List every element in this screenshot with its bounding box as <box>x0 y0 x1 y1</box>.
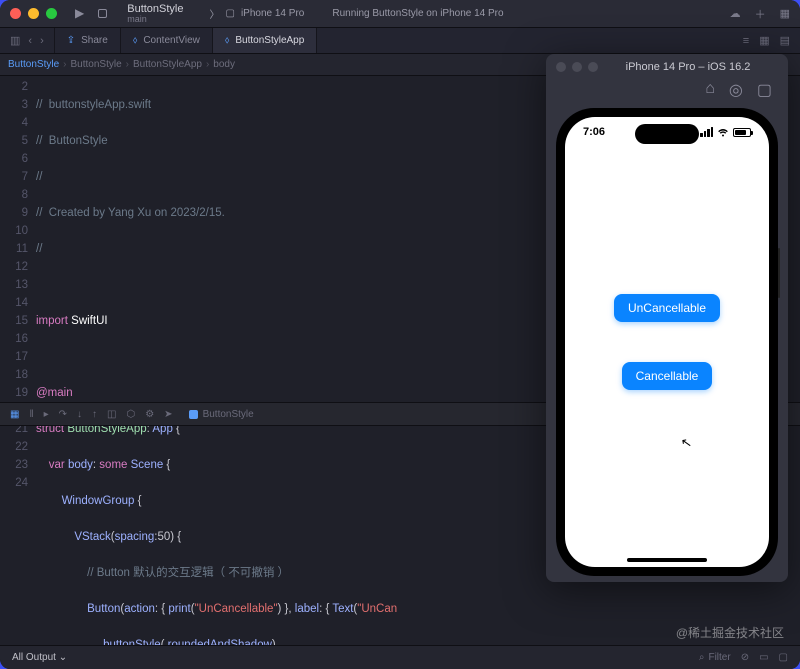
sim-close-button[interactable] <box>556 62 566 72</box>
swift-file-icon: ⬨ <box>225 35 230 46</box>
simulator-titlebar: iPhone 14 Pro – iOS 16.2 <box>546 54 788 80</box>
breadcrumb-project[interactable]: ButtonStyle <box>8 59 59 70</box>
tab-buttonstyleapp[interactable]: ⬨ ButtonStyleApp <box>213 28 317 53</box>
iphone-frame: 7:06 UnCancellable Cancellable <box>556 108 778 576</box>
console-filter[interactable]: ⌕ Filter <box>699 652 731 663</box>
breadcrumb-folder[interactable]: ButtonStyle <box>71 59 122 70</box>
step-in-button[interactable]: ↓ <box>77 409 82 420</box>
line-number-gutter: 23456789101112131415161718192021222324 <box>0 76 36 669</box>
simulator-title: iPhone 14 Pro – iOS 16.2 <box>598 61 778 73</box>
side-button[interactable] <box>778 248 780 298</box>
tab-contentview[interactable]: ⬨ ContentView <box>121 28 213 53</box>
console-footer: All Output ⌄ ⌕ Filter ⊘ ▭ ▢ <box>0 645 800 669</box>
tab-label: ButtonStyleApp <box>235 35 304 46</box>
tab-label: ContentView <box>143 35 200 46</box>
assistant-toggle-icon[interactable]: ≡ <box>743 35 749 47</box>
output-scope-selector[interactable]: All Output ⌄ <box>12 652 67 663</box>
chevron-right-icon: › <box>63 59 66 70</box>
sim-rotate-icon[interactable]: ▢ <box>757 80 772 102</box>
chevron-right-icon: 〉 <box>210 6 220 21</box>
toggle-debug-icon[interactable]: ▦ <box>10 409 19 420</box>
activity-status: Running ButtonStyle on iPhone 14 Pro <box>332 8 503 19</box>
sim-screenshot-icon[interactable]: ◎ <box>729 80 743 102</box>
tab-bar: ▥ ‹ › ⇪ Share ⬨ ContentView ⬨ ButtonStyl… <box>0 28 800 54</box>
titlebar: ▶ ButtonStyle main 〉 ▢ iPhone 14 Pro Run… <box>0 0 800 28</box>
home-indicator[interactable] <box>627 558 707 562</box>
sim-zoom-button[interactable] <box>588 62 598 72</box>
swift-file-icon: ⬨ <box>133 35 138 46</box>
filter-placeholder: Filter <box>708 652 730 663</box>
device-name: iPhone 14 Pro <box>241 8 304 19</box>
app-icon <box>189 410 198 419</box>
view-debug-icon[interactable]: ◫ <box>107 409 116 420</box>
watermark: @稀土掘金技术社区 <box>676 624 784 641</box>
tab-label: Share <box>81 35 108 46</box>
branch-name: main <box>127 15 183 25</box>
step-out-button[interactable]: ↑ <box>92 409 97 420</box>
split-console-icon[interactable]: ▭ <box>759 652 768 663</box>
scheme-selector[interactable]: ButtonStyle main <box>127 3 183 25</box>
breadcrumb-file[interactable]: ButtonStyleApp <box>133 59 202 70</box>
uncancellable-button[interactable]: UnCancellable <box>614 294 720 322</box>
inspector-toggle-icon[interactable]: ▤ <box>780 34 790 47</box>
forward-button[interactable]: › <box>40 35 44 47</box>
device-icon: ▢ <box>226 8 235 19</box>
chevron-right-icon: › <box>206 59 209 70</box>
app-content: UnCancellable Cancellable <box>565 117 769 567</box>
cloud-icon[interactable]: ☁ <box>730 7 741 20</box>
chevron-right-icon: › <box>126 59 129 70</box>
stop-button[interactable] <box>98 9 107 18</box>
sim-minimize-button[interactable] <box>572 62 582 72</box>
memory-graph-icon[interactable]: ⬡ <box>126 409 135 420</box>
zoom-window-button[interactable] <box>46 8 57 19</box>
window-traffic-lights <box>10 8 57 19</box>
simulator-window: iPhone 14 Pro – iOS 16.2 ⌂ ◎ ▢ 7:06 UnCa… <box>546 54 788 582</box>
iphone-screen: 7:06 UnCancellable Cancellable <box>565 117 769 567</box>
add-icon[interactable]: ＋ <box>755 6 766 22</box>
pause-button[interactable]: ‖ <box>29 409 33 420</box>
navigator-toggle-icon[interactable]: ▥ <box>10 34 20 47</box>
toggle-console-icon[interactable]: ▢ <box>779 652 788 663</box>
canvas-toggle-icon[interactable]: ▦ <box>759 34 769 47</box>
cancellable-button[interactable]: Cancellable <box>622 362 713 390</box>
step-over-button[interactable]: ↷ <box>59 409 67 420</box>
back-button[interactable]: ‹ <box>28 35 32 47</box>
share-icon: ⇪ <box>67 35 75 46</box>
run-destination[interactable]: 〉 ▢ iPhone 14 Pro <box>210 6 305 21</box>
location-icon[interactable]: ➤ <box>164 409 172 420</box>
tab-share[interactable]: ⇪ Share <box>55 28 121 53</box>
process-name: ButtonStyle <box>203 409 254 420</box>
scheme-name: ButtonStyle <box>127 3 183 15</box>
debug-process[interactable]: ButtonStyle <box>189 409 254 420</box>
run-button[interactable]: ▶ <box>75 6 84 20</box>
sim-home-icon[interactable]: ⌂ <box>705 80 715 102</box>
environment-icon[interactable]: ⚙ <box>145 409 154 420</box>
breadcrumb-symbol[interactable]: body <box>213 59 235 70</box>
filter-icon: ⌕ <box>699 652 705 663</box>
library-icon[interactable]: ▦ <box>780 7 790 20</box>
close-window-button[interactable] <box>10 8 21 19</box>
continue-button[interactable]: ▸ <box>44 409 49 420</box>
minimize-window-button[interactable] <box>28 8 39 19</box>
clear-console-icon[interactable]: ⊘ <box>741 652 749 663</box>
